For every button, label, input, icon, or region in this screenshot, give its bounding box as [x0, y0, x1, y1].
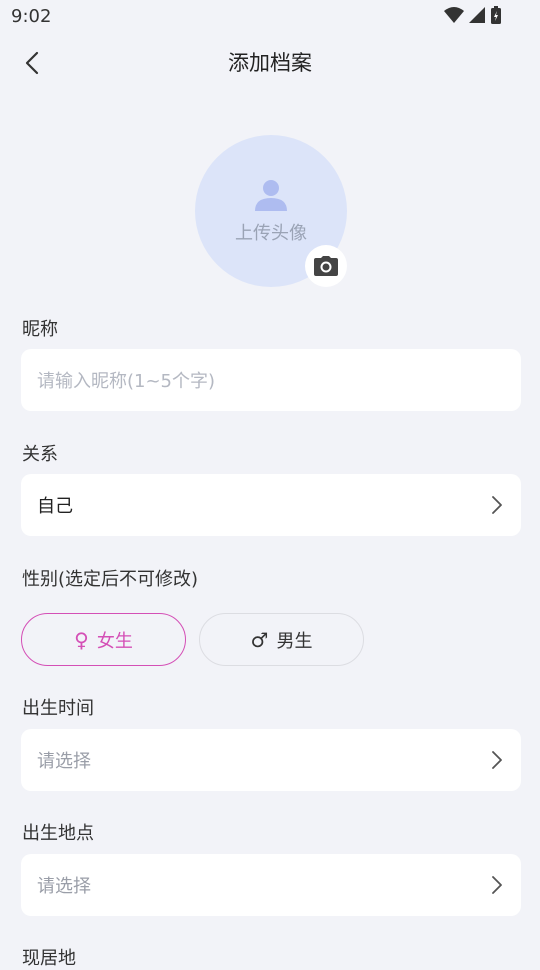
camera-button[interactable] — [305, 245, 347, 287]
status-bar: 9:02 — [0, 0, 540, 34]
residence-label: 现居地 — [22, 948, 76, 969]
chevron-right-icon — [492, 751, 502, 769]
nickname-input[interactable]: 请输入昵称(1~5个字) — [21, 349, 521, 411]
signal-icon — [469, 7, 485, 23]
birth-place-label: 出生地点 — [22, 823, 94, 844]
avatar-label: 上传头像 — [235, 223, 307, 244]
relation-select[interactable]: 自己 — [21, 474, 521, 536]
nickname-placeholder: 请输入昵称(1~5个字) — [37, 371, 216, 392]
gender-female-button[interactable]: ♀ 女生 — [21, 613, 186, 666]
gender-label: 性别(选定后不可修改) — [22, 569, 199, 590]
battery-icon — [491, 6, 501, 24]
chevron-right-icon — [492, 496, 502, 514]
status-icons — [444, 6, 502, 24]
gender-female-label: 女生 — [96, 630, 133, 652]
chevron-right-icon — [492, 876, 502, 894]
page-title: 添加档案 — [228, 51, 312, 75]
birth-time-select[interactable]: 请选择 — [21, 729, 521, 791]
wifi-icon — [444, 7, 464, 23]
nickname-label: 昵称 — [22, 319, 58, 340]
status-time: 9:02 — [11, 6, 52, 27]
user-icon — [255, 180, 287, 211]
birth-place-placeholder: 请选择 — [37, 876, 91, 897]
relation-label: 关系 — [22, 444, 58, 465]
avatar-upload[interactable]: 上传头像 — [195, 135, 347, 287]
male-icon: ♂ — [250, 627, 269, 652]
gender-male-button[interactable]: ♂ 男生 — [199, 613, 364, 666]
female-icon: ♀ — [74, 627, 89, 652]
relation-value: 自己 — [37, 496, 73, 517]
camera-icon — [314, 256, 338, 276]
gender-male-label: 男生 — [276, 630, 313, 652]
birth-place-select[interactable]: 请选择 — [21, 854, 521, 916]
nav-bar: 添加档案 — [0, 34, 540, 90]
birth-time-label: 出生时间 — [22, 698, 94, 719]
birth-time-placeholder: 请选择 — [37, 751, 91, 772]
